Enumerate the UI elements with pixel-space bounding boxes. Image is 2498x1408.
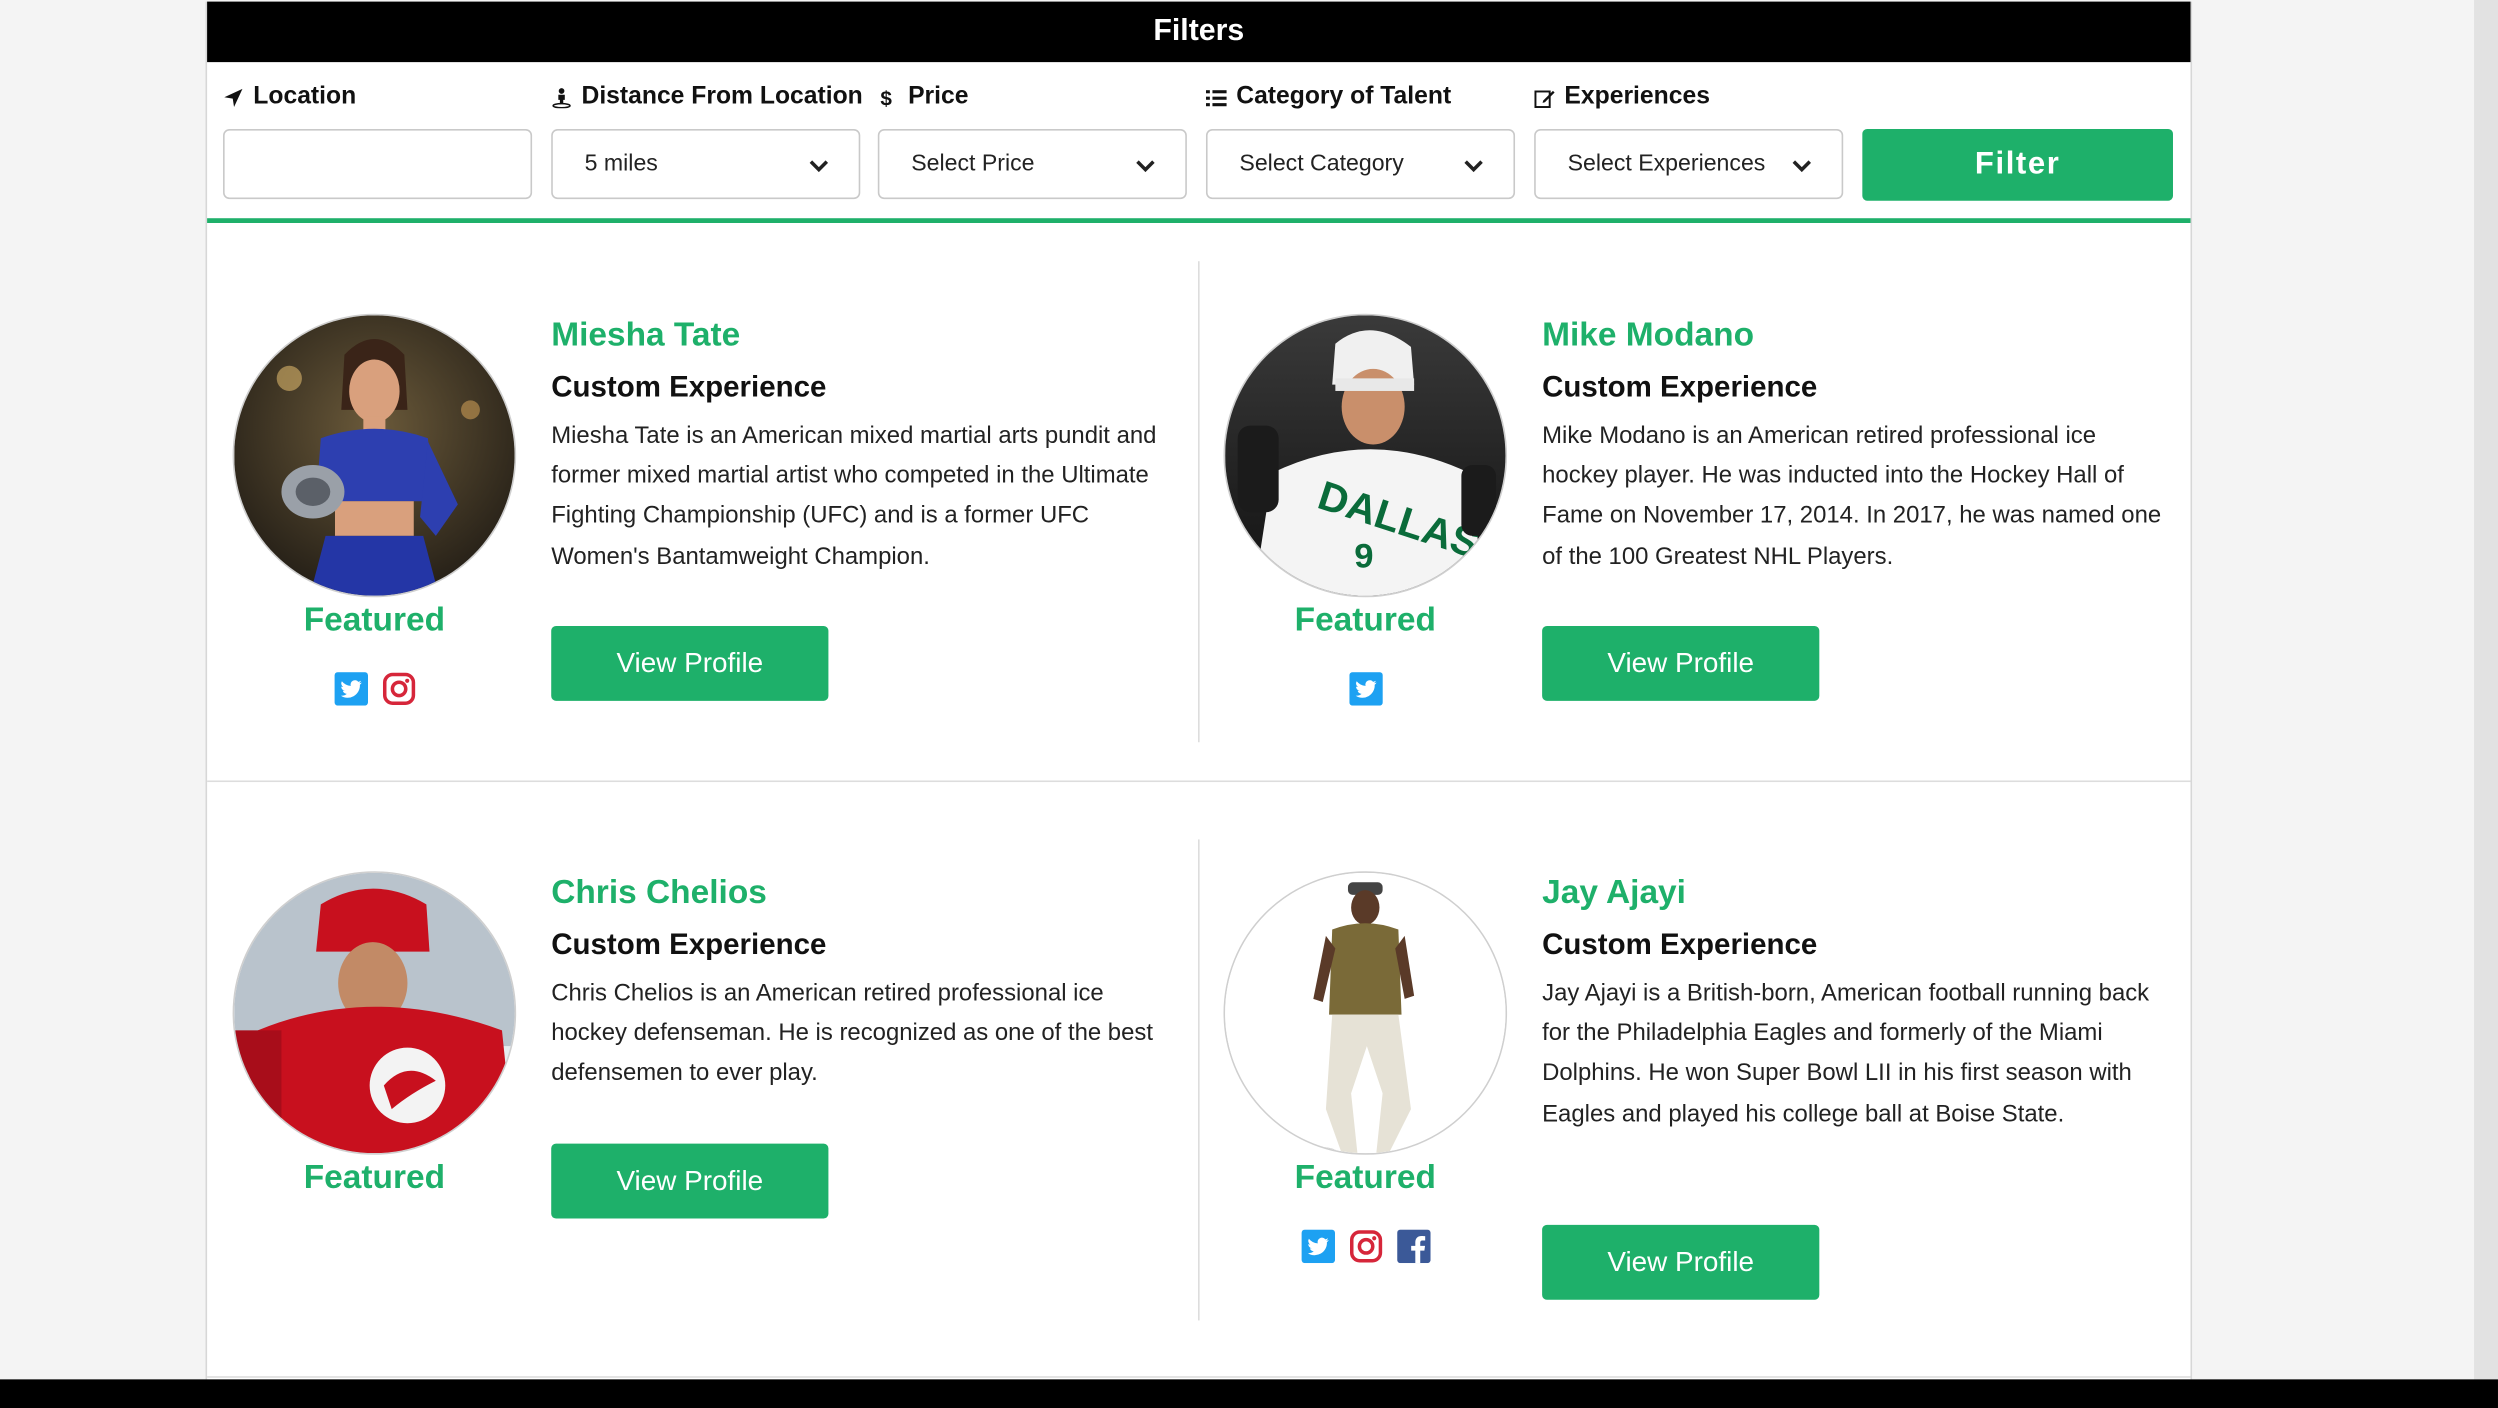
distance-select-value: 5 miles <box>584 151 658 177</box>
talent-subtitle: Custom Experience <box>1542 927 1818 961</box>
social-links <box>1224 672 1508 706</box>
view-profile-button[interactable]: View Profile <box>1542 625 1820 701</box>
chevron-down-icon <box>1464 160 1483 173</box>
experiences-label-text: Experiences <box>1564 82 1710 110</box>
talent-card: Featured Miesha Tate Custom Experience M… <box>207 263 1179 741</box>
talent-description: Mike Modano is an American retired profe… <box>1542 422 2162 570</box>
social-links <box>1224 1229 1508 1264</box>
talent-card: Featured Chris Chelios Custom Experience… <box>207 820 1179 1298</box>
experiences-select[interactable]: Select Experiences <box>1534 129 1844 200</box>
filter-divider <box>207 218 2191 223</box>
avatar <box>232 313 517 598</box>
talent-name[interactable]: Mike Modano <box>1542 317 1754 355</box>
featured-label: Featured <box>1294 602 1436 639</box>
location-input[interactable] <box>223 129 533 200</box>
talent-name[interactable]: Jay Ajayi <box>1542 874 1686 912</box>
list-icon <box>1205 89 1227 106</box>
instagram-icon[interactable] <box>1349 1230 1382 1263</box>
chevron-down-icon <box>1792 160 1812 173</box>
filters-title: Filters <box>207 1 2191 63</box>
location-label: Location <box>223 81 356 113</box>
talent-panel: Filters Location Distance From Location … <box>205 1 2193 1380</box>
chevron-down-icon <box>1136 160 1155 173</box>
category-label-text: Category of Talent <box>1236 82 1452 110</box>
bottom-bar <box>0 1379 2498 1408</box>
svg-text:$: $ <box>880 87 892 108</box>
talent-subtitle: Custom Experience <box>551 927 827 961</box>
filter-button[interactable]: Filter <box>1862 129 2173 201</box>
chevron-down-icon <box>809 160 829 173</box>
talent-subtitle: Custom Experience <box>1542 369 1818 403</box>
featured-label: Featured <box>303 602 446 639</box>
view-profile-button[interactable]: View Profile <box>551 625 829 701</box>
scroll-edge <box>2474 0 2498 1380</box>
featured-label: Featured <box>303 1159 446 1197</box>
talent-description: Chris Chelios is an American retired pro… <box>551 979 1153 1087</box>
avatar <box>1223 871 1508 1155</box>
talent-card: DALLAS 9 Featured Mike Modano Custom Exp… <box>1198 263 2170 741</box>
social-links <box>233 672 517 706</box>
category-select[interactable]: Select Category <box>1205 129 1516 200</box>
distance-label: Distance From Location <box>551 81 863 113</box>
svg-text:9: 9 <box>1354 537 1373 575</box>
location-arrow-icon <box>224 88 243 107</box>
avatar: DALLAS 9 <box>1223 313 1508 598</box>
twitter-icon[interactable] <box>1348 672 1383 706</box>
distance-select[interactable]: 5 miles <box>551 129 861 200</box>
view-profile-button[interactable]: View Profile <box>1542 1224 1820 1300</box>
experiences-label: Experiences <box>1534 81 1710 113</box>
twitter-icon[interactable] <box>333 672 368 706</box>
instagram-icon[interactable] <box>382 672 415 705</box>
avatar <box>232 871 517 1155</box>
talent-description: Miesha Tate is an American mixed martial… <box>551 422 1157 570</box>
facebook-icon[interactable] <box>1396 1229 1430 1264</box>
row-divider <box>207 1376 2191 1378</box>
talent-description: Jay Ajayi is a British-born, American fo… <box>1542 979 2150 1128</box>
category-label: Category of Talent <box>1205 81 1452 113</box>
price-label: $ Price <box>878 81 969 113</box>
twitter-icon[interactable] <box>1300 1229 1335 1264</box>
talent-card: Featured Jay Ajayi Custom Experience Jay… <box>1198 820 2170 1300</box>
price-select[interactable]: Select Price <box>877 129 1187 200</box>
page-root: Filters Location Distance From Location … <box>0 0 2498 1408</box>
dollar-icon: $ <box>880 87 892 108</box>
price-select-value: Select Price <box>911 151 1035 177</box>
talent-name[interactable]: Miesha Tate <box>551 317 740 355</box>
experiences-select-value: Select Experiences <box>1567 151 1766 177</box>
street-view-icon <box>552 87 571 108</box>
price-label-text: Price <box>908 82 969 110</box>
featured-label: Featured <box>1294 1159 1436 1197</box>
talent-subtitle: Custom Experience <box>551 369 827 403</box>
view-profile-button[interactable]: View Profile <box>551 1143 829 1219</box>
distance-label-text: Distance From Location <box>581 82 863 110</box>
edit-icon <box>1534 89 1555 108</box>
category-select-value: Select Category <box>1239 151 1404 177</box>
talent-name[interactable]: Chris Chelios <box>551 874 767 912</box>
row-divider <box>207 780 2191 783</box>
location-label-text: Location <box>253 82 357 110</box>
